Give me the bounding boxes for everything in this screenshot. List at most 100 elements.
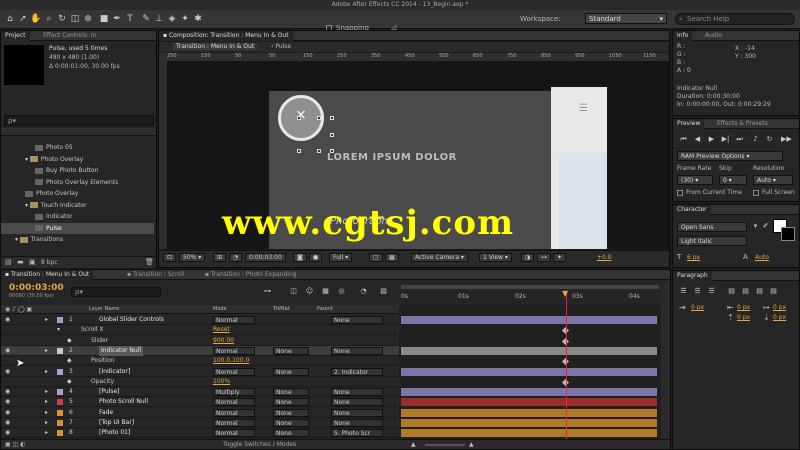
disclosure-triangle-icon[interactable]: ▸ <box>45 428 48 438</box>
always-preview-icon[interactable]: ⊡ <box>163 253 177 262</box>
full-screen-checkbox[interactable] <box>753 190 759 196</box>
flowchart-icon[interactable]: ⊶ <box>537 253 551 262</box>
grid-icon[interactable]: ⊞ <box>213 253 227 262</box>
last-frame-icon[interactable]: ⏭ <box>735 135 744 144</box>
handle-mr[interactable] <box>330 133 334 137</box>
project-tree-item[interactable]: Photo Overlay <box>1 188 154 199</box>
trkmat-select[interactable]: None <box>273 429 309 438</box>
tab-timeline-scroll[interactable]: ▪ Transition : Scroll <box>123 270 188 280</box>
disclosure-triangle-icon[interactable]: ▸ <box>45 387 48 397</box>
breadcrumb-comp[interactable]: Transition : Menu In & Out <box>173 43 258 50</box>
disclosure-triangle-icon[interactable]: ▸ <box>45 408 48 418</box>
layer-name[interactable]: [Pulse] <box>99 387 119 397</box>
project-tree-item[interactable]: ▾ Touch Indicator <box>1 200 154 211</box>
layer-row[interactable]: ◉ ▸ 4 [Pulse] Multiply None None <box>1 387 399 398</box>
visibility-eye-icon[interactable]: ◉ <box>5 315 10 325</box>
tab-project[interactable]: Project <box>1 31 30 41</box>
parent-select[interactable]: None <box>331 316 383 324</box>
layer-duration-bar[interactable] <box>401 398 657 407</box>
mode-select[interactable]: Normal <box>213 367 255 376</box>
layer-duration-bar[interactable] <box>401 419 657 427</box>
property-value[interactable]: 100% <box>213 377 230 387</box>
zoom-select[interactable]: 50% ▾ <box>179 253 206 262</box>
layer-name[interactable]: Position <box>91 356 114 366</box>
clone-tool-icon[interactable]: ⊥ <box>153 13 165 25</box>
region-icon[interactable]: ▢ <box>369 253 383 262</box>
transparency-icon[interactable]: ▦ <box>385 253 399 262</box>
layer-name[interactable]: Indicator Null <box>99 345 144 356</box>
layer-name[interactable]: [Top UI Bar] <box>99 418 134 428</box>
reset-exposure-icon[interactable]: ✦ <box>553 253 567 262</box>
trash-icon[interactable]: 🗑 <box>145 258 154 266</box>
layer-name[interactable]: [Indicator] <box>99 367 130 377</box>
cti-head-icon[interactable]: ▼ <box>562 289 568 298</box>
disclosure-triangle-icon[interactable]: ▸ <box>45 346 48 356</box>
project-tree-item[interactable]: ▾ Transitions <box>1 234 154 245</box>
brush-tool-icon[interactable]: ✎ <box>140 13 152 25</box>
parent-select[interactable]: 2. Indicator <box>331 367 383 376</box>
mode-select[interactable]: Normal <box>213 419 255 427</box>
property-row[interactable]: ◆ Position 100.0,100.0 <box>1 356 399 367</box>
workspace-select[interactable]: Standard ▾ <box>585 13 667 24</box>
align-right-icon[interactable]: ☰ <box>707 287 716 296</box>
parent-select[interactable]: None <box>331 388 383 397</box>
trkmat-select[interactable]: None <box>273 388 309 397</box>
frame-blend-icon[interactable]: ▦ <box>321 287 330 296</box>
project-search-input[interactable]: ρ▾ <box>4 115 154 126</box>
views-select[interactable]: 1 View ▾ <box>479 253 512 262</box>
parent-select[interactable]: None <box>331 398 383 407</box>
space-before-value[interactable]: 0 px <box>737 314 750 321</box>
trkmat-select[interactable]: None <box>273 419 309 427</box>
trkmat-select[interactable]: None <box>273 367 309 376</box>
interpret-footage-icon[interactable]: ▤ <box>5 258 12 266</box>
mode-select[interactable]: Normal <box>213 346 255 355</box>
label-color-swatch[interactable] <box>57 368 63 375</box>
footer-icons[interactable]: ▣ ◫ ◐ <box>5 441 25 448</box>
align-center-icon[interactable]: ☰ <box>693 287 702 296</box>
property-row[interactable]: ◆ Slider 900.00 <box>1 336 399 346</box>
disclosure-triangle-icon[interactable]: ▸ <box>45 418 48 428</box>
comp-mini-flowchart-icon[interactable]: ⊶ <box>263 287 272 296</box>
breadcrumb-pulse[interactable]: ‹ Pulse <box>271 43 291 50</box>
new-comp-icon[interactable]: ▣ <box>29 258 36 266</box>
rotate-tool-icon[interactable]: ↻ <box>56 13 68 25</box>
property-value[interactable]: 900.00 <box>213 336 234 346</box>
parent-select[interactable]: None <box>331 346 383 355</box>
work-area-bar[interactable] <box>401 285 659 289</box>
roto-tool-icon[interactable]: ✦ <box>179 13 191 25</box>
toggle-switches-modes[interactable]: Toggle Switches / Modes <box>223 441 296 448</box>
eyedropper-icon[interactable]: ✐ <box>761 222 770 231</box>
handle-tm[interactable] <box>317 116 321 120</box>
trkmat-select[interactable]: None <box>273 408 309 417</box>
layer-row[interactable]: ◉ ▸ 6 Fade Normal None None <box>1 408 399 418</box>
timeline-search-input[interactable]: ρ▾ <box>71 287 161 297</box>
timeline-timecode[interactable]: 0:00:03:00 <box>9 283 64 293</box>
layer-row[interactable]: ◉ ▸ 2 Indicator Null Normal None None <box>1 345 399 356</box>
tab-timeline-photo[interactable]: ▪ Transition : Photo Expanding <box>201 270 301 280</box>
comp-timecode[interactable]: 0:00:03:00 <box>245 253 286 262</box>
tab-paragraph[interactable]: Paragraph <box>673 271 712 281</box>
zoom-out-icon[interactable]: ▲ <box>411 441 416 448</box>
from-current-checkbox[interactable] <box>677 190 683 196</box>
indent-right-value[interactable]: 0 px <box>737 304 750 311</box>
mode-select[interactable]: Normal <box>213 316 255 324</box>
audio-icon[interactable]: ♪ <box>751 135 760 144</box>
visibility-eye-icon[interactable]: ◉ <box>5 387 10 397</box>
hand-tool-icon[interactable]: ✋ <box>30 13 42 25</box>
loop-icon[interactable]: ↻ <box>765 135 774 144</box>
camera-tool-icon[interactable]: ◫ <box>69 13 81 25</box>
layer-name[interactable]: [Photo 01] <box>99 428 130 438</box>
project-tree-item[interactable]: Photo 05 <box>1 142 154 153</box>
graph-editor-icon[interactable]: ◔ <box>359 287 368 296</box>
tab-composition[interactable]: ▪ Composition: Transition : Menu In & Ou… <box>159 31 293 41</box>
align-left-icon[interactable]: ☰ <box>679 287 688 296</box>
current-time-indicator[interactable] <box>566 292 567 439</box>
layer-name[interactable]: Global Slider Controls <box>99 315 164 325</box>
disclosure-triangle-icon[interactable]: ▾ <box>57 325 60 335</box>
layer-row[interactable]: ◉ ▸ 1 Global Slider Controls Normal None <box>1 315 399 325</box>
disclosure-triangle-icon[interactable]: ▸ <box>45 315 48 325</box>
font-family-select[interactable]: Open Sans <box>677 222 747 232</box>
property-value[interactable]: Reset <box>213 325 230 335</box>
eraser-tool-icon[interactable]: ◈ <box>166 13 178 25</box>
layer-name[interactable]: Fade <box>99 408 113 418</box>
